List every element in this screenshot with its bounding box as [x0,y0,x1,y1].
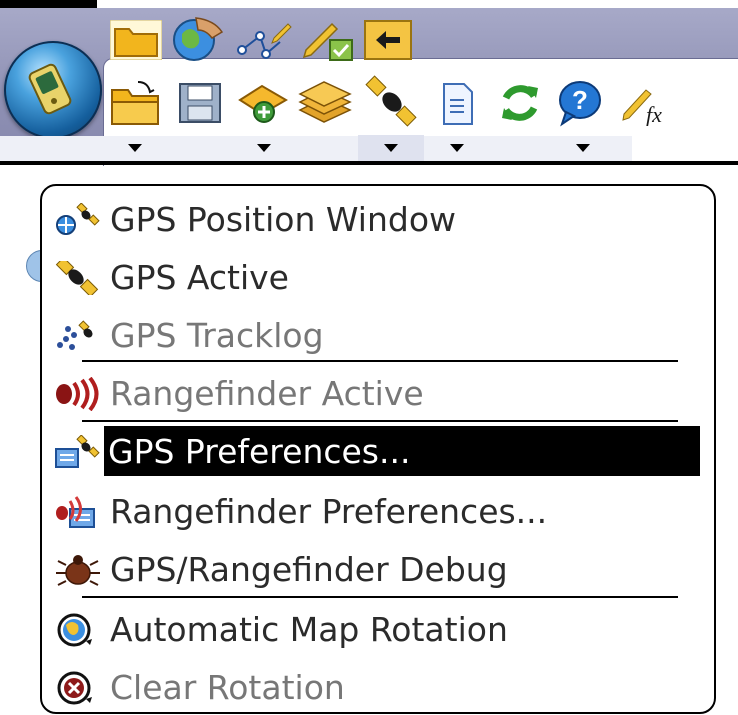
menu-item-gps-position-window[interactable]: GPS Position Window [52,194,710,244]
menu-item-label: GPS Position Window [110,200,457,239]
menu-item-label: GPS/Rangefinder Debug [110,550,508,589]
edit-check-tab-icon[interactable] [300,18,358,64]
add-point-dropdown-arrow[interactable] [257,144,271,152]
gps-dropdown-menu: GPS Position Window GPS Active GPS Track… [40,184,716,714]
satellite-icon [55,261,99,295]
menu-item-label: Rangefinder Active [110,374,424,413]
menu-item-clear-rotation[interactable]: Clear Rotation [52,662,710,712]
menu-item-label: GPS Tracklog [110,316,324,355]
document-icon[interactable] [440,82,476,126]
menu-item-gps-active[interactable]: GPS Active [52,252,710,302]
menu-item-automatic-map-rotation[interactable]: Automatic Map Rotation [52,604,710,654]
menu-item-label: GPS Preferences... [108,432,411,471]
gps-device-icon [28,63,72,115]
debug-bug-icon [56,555,100,586]
dropdown-row [0,136,632,162]
open-dropdown-arrow[interactable] [128,144,142,152]
gps-dropdown-arrow[interactable] [384,144,398,152]
rangefinder-preferences-icon [56,496,95,528]
tracklog-icon [57,320,93,350]
gps-preferences-icon [55,435,100,468]
network-tab-icon[interactable] [236,20,292,62]
globe-hand-tab-icon[interactable] [170,14,228,64]
refresh-icon[interactable] [496,80,544,126]
menu-separator [82,596,678,598]
menu-item-debug[interactable]: GPS/Rangefinder Debug [52,544,710,594]
app-orb-button[interactable] [4,41,102,139]
menu-item-gps-tracklog[interactable]: GPS Tracklog [52,310,710,360]
menu-item-rangefinder-preferences[interactable]: Rangefinder Preferences... [52,486,710,536]
formula-edit-icon[interactable]: fx [620,80,672,126]
auto-rotation-icon [57,613,92,647]
menu-separator [82,420,678,422]
save-disk-icon[interactable] [178,82,222,124]
open-folder-icon[interactable] [108,78,164,128]
menu-item-label: Automatic Map Rotation [110,610,508,649]
gps-satellite-icon[interactable] [364,74,420,130]
rangefinder-icon [56,377,99,411]
clear-rotation-icon [57,671,92,705]
menu-item-gps-preferences[interactable]: GPS Preferences... [104,426,700,476]
help-dropdown-arrow[interactable] [576,144,590,152]
document-dropdown-arrow[interactable] [450,144,464,152]
back-arrow-tab-icon[interactable] [364,20,412,60]
gps-position-icon [56,203,100,235]
add-point-icon[interactable] [236,80,290,124]
layers-icon[interactable] [296,78,354,126]
svg-text:fx: fx [646,102,662,126]
menu-separator [82,360,678,362]
help-icon[interactable]: ? [556,78,608,128]
menu-item-label: GPS Active [110,258,289,297]
menu-item-label: Rangefinder Preferences... [110,492,548,531]
title-strip-dark [0,0,97,8]
menu-item-rangefinder-active[interactable]: Rangefinder Active [52,368,710,418]
folder-tab-icon[interactable] [110,20,162,60]
title-strip [0,0,738,8]
svg-text:?: ? [572,85,588,115]
menu-item-label: Clear Rotation [110,668,345,707]
toolbar-bottom-border [0,161,738,165]
